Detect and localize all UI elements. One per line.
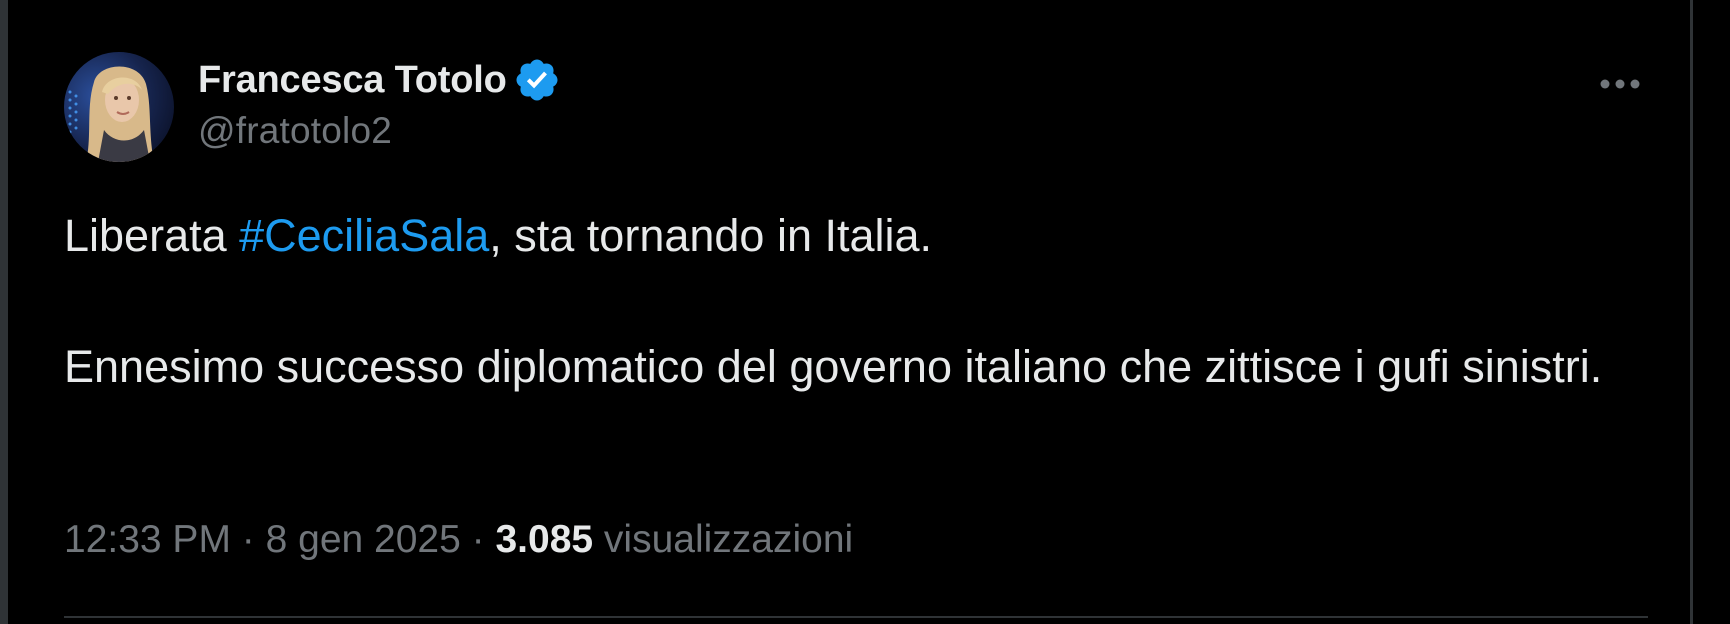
author-block: Francesca Totolo @fratotolo2 (198, 56, 561, 152)
views-label: visualizzazioni (593, 518, 854, 561)
text-prefix: Liberata (64, 210, 240, 261)
tweet-time[interactable]: 12:33 PM (64, 518, 231, 561)
hashtag-link[interactable]: #CeciliaSala (239, 210, 489, 261)
more-horizontal-icon (1600, 79, 1640, 89)
tweet-paragraph-2: Ennesimo successo diplomatico del govern… (64, 341, 1603, 392)
avatar-image (64, 52, 174, 162)
verified-badge-icon[interactable] (513, 56, 561, 104)
text-suffix: , sta tornando in Italia. (489, 210, 933, 261)
meta-separator-2: · (460, 518, 496, 561)
display-name[interactable]: Francesca Totolo (198, 59, 507, 102)
tweet-frame: Francesca Totolo @fratotolo2 Liberata #C… (0, 0, 1730, 624)
tweet-paragraph-1: Liberata #CeciliaSala, sta tornando in I… (64, 202, 1624, 269)
avatar[interactable] (64, 52, 174, 162)
tweet-text: Liberata #CeciliaSala, sta tornando in I… (64, 202, 1624, 400)
divider (64, 616, 1648, 618)
left-border (0, 0, 8, 624)
author-handle[interactable]: @fratotolo2 (198, 110, 561, 152)
tweet-card: Francesca Totolo @fratotolo2 Liberata #C… (64, 50, 1650, 624)
tweet-meta: 12:33 PM · 8 gen 2025 · 3.085 visualizza… (64, 518, 853, 562)
meta-separator: · (230, 518, 266, 561)
right-border (1690, 0, 1693, 624)
views-count: 3.085 (495, 518, 594, 561)
name-row: Francesca Totolo (198, 56, 561, 104)
tweet-header: Francesca Totolo @fratotolo2 (64, 50, 1650, 164)
tweet-date[interactable]: 8 gen 2025 (266, 518, 461, 561)
more-options-button[interactable] (1590, 64, 1650, 104)
